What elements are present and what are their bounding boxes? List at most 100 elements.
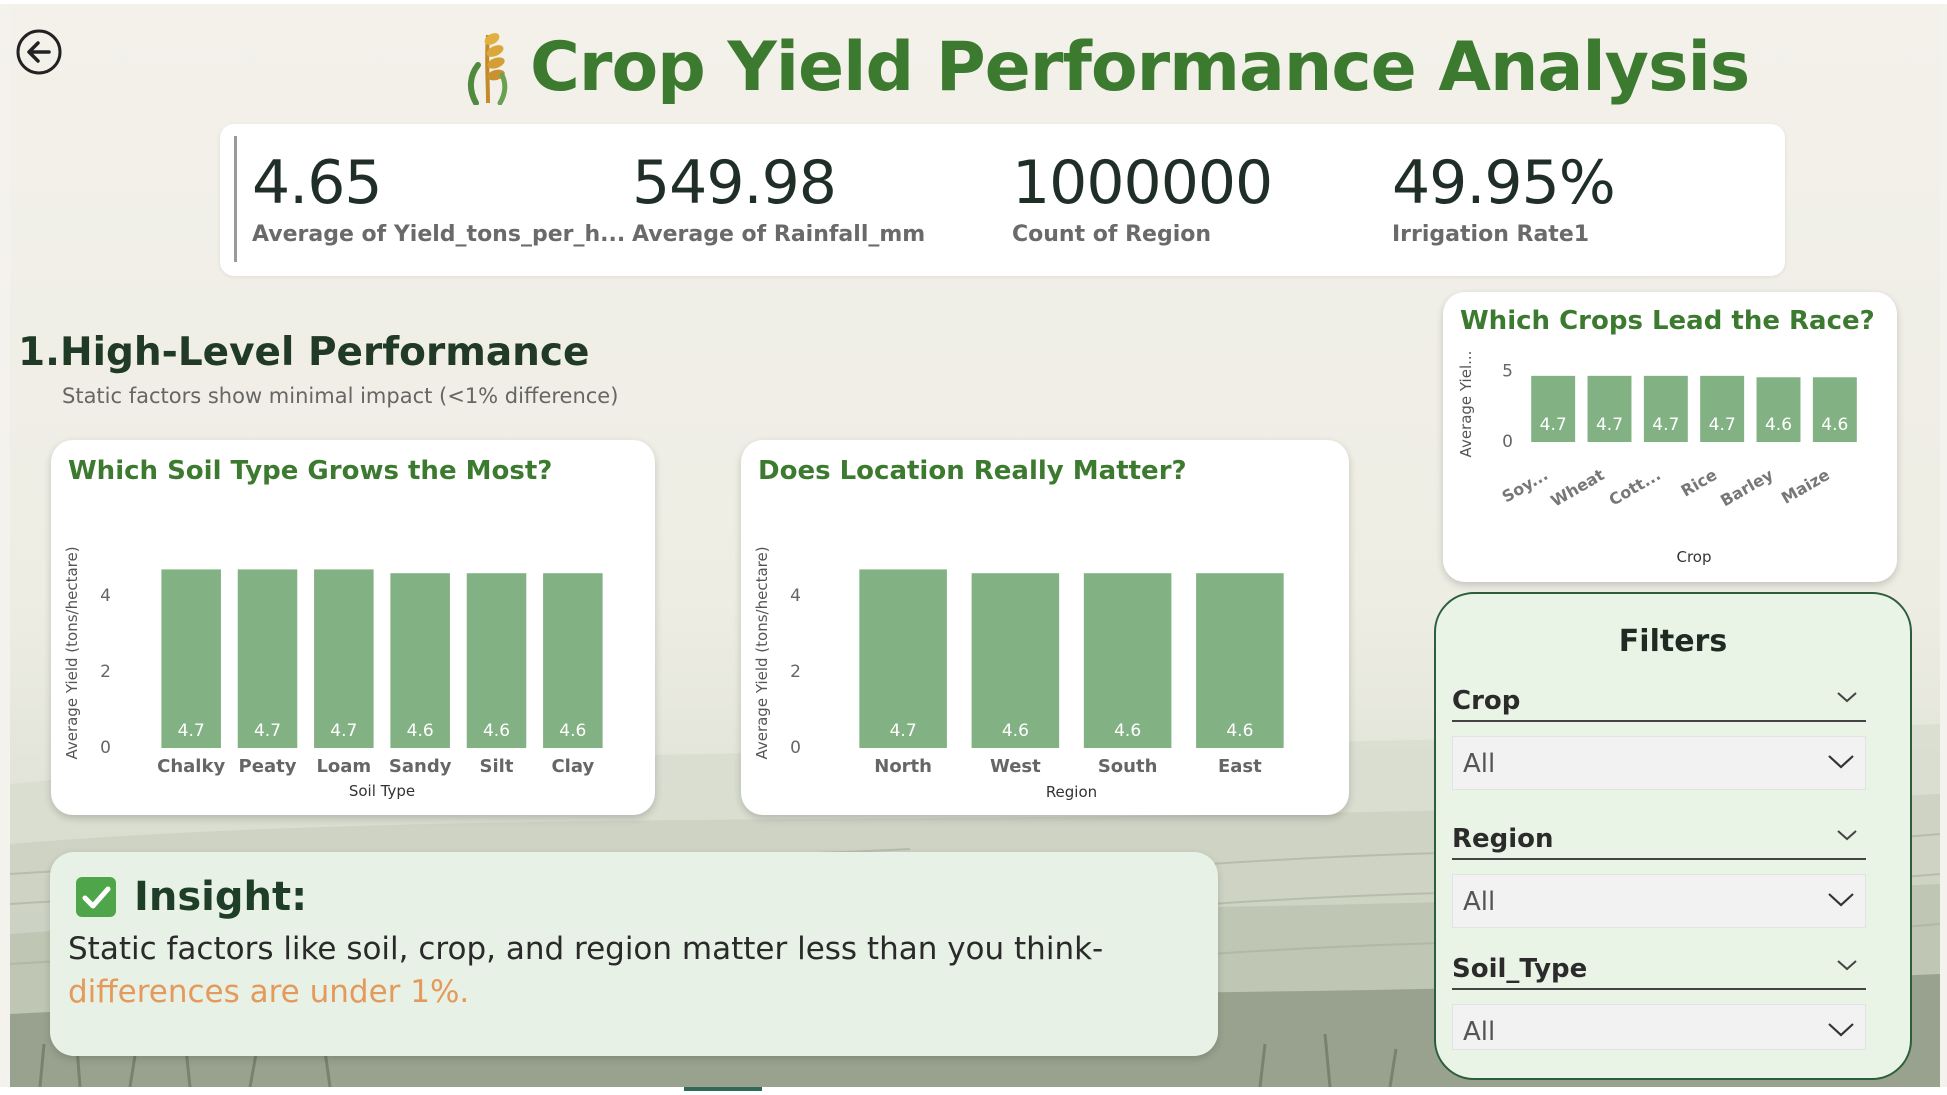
x-tick-label: Peaty bbox=[239, 756, 297, 777]
y-tick-label: 2 bbox=[100, 662, 111, 682]
dropdown-value: All bbox=[1463, 1017, 1496, 1047]
data-label: 4.6 bbox=[1002, 721, 1029, 741]
insight-text: Static factors like soil, crop, and regi… bbox=[68, 928, 1188, 1014]
filter-header[interactable]: Soil_Type bbox=[1452, 948, 1866, 990]
page-header: Crop Yield Performance Analysis bbox=[462, 22, 1750, 112]
filters-title: Filters bbox=[1618, 624, 1728, 659]
filter-label: Region bbox=[1452, 824, 1554, 854]
x-tick-label: Chalky bbox=[157, 756, 225, 777]
chevron-down-icon bbox=[1828, 755, 1854, 769]
x-tick-label: Soy... bbox=[1499, 465, 1552, 506]
chevron-down-icon bbox=[1837, 830, 1857, 841]
x-tick-label: Rice bbox=[1678, 465, 1721, 501]
x-axis-label: Soil Type bbox=[349, 782, 415, 800]
x-tick-label: Loam bbox=[316, 756, 371, 777]
data-label: 4.7 bbox=[1540, 415, 1567, 435]
crops-chart-card[interactable]: Which Crops Lead the Race? Average Yiel.… bbox=[1443, 292, 1897, 582]
chevron-down-icon bbox=[1837, 692, 1857, 703]
region-bar-chart: Average Yield (tons/hectare) 0 2 4 4.7 North 4… bbox=[753, 546, 1284, 801]
x-tick-label: South bbox=[1098, 756, 1158, 777]
data-label: 4.7 bbox=[330, 721, 357, 741]
chevron-down-icon bbox=[1828, 1023, 1854, 1037]
kpi-value: 549.98 bbox=[632, 148, 837, 218]
insight-highlight: differences are under 1%. bbox=[68, 974, 470, 1010]
active-page-indicator[interactable] bbox=[684, 1087, 762, 1091]
kpi-label: Average of Yield_tons_per_h... bbox=[252, 222, 626, 247]
filter-label: Crop bbox=[1452, 686, 1521, 716]
region-filter: Region All bbox=[1452, 818, 1866, 928]
y-tick-label: 4 bbox=[790, 586, 801, 606]
x-tick-label: Clay bbox=[551, 756, 594, 777]
data-label: 4.7 bbox=[254, 721, 281, 741]
filter-header[interactable]: Region bbox=[1452, 818, 1866, 860]
kpi-value: 1000000 bbox=[1012, 148, 1273, 218]
soil-bar-chart: Average Yield (tons/hectare) 0 2 4 4.7 Chalky… bbox=[63, 546, 603, 800]
filter-label: Soil_Type bbox=[1452, 954, 1588, 984]
data-label: 4.7 bbox=[890, 721, 917, 741]
crop-dropdown[interactable]: All bbox=[1452, 736, 1866, 790]
x-axis-label: Crop bbox=[1676, 548, 1711, 566]
x-tick-label: Cott... bbox=[1606, 465, 1664, 510]
back-arrow-icon bbox=[16, 29, 62, 75]
data-label: 4.6 bbox=[1226, 721, 1253, 741]
x-tick-label: Wheat bbox=[1547, 465, 1607, 511]
chevron-down-icon bbox=[1837, 960, 1857, 971]
y-tick-label: 5 bbox=[1502, 362, 1513, 382]
data-label: 4.6 bbox=[1114, 721, 1141, 741]
data-label: 4.7 bbox=[1652, 415, 1679, 435]
y-tick-label: 0 bbox=[1502, 432, 1513, 452]
region-chart-card[interactable]: Does Location Really Matter? Average Yie… bbox=[741, 440, 1349, 815]
kpi-label: Count of Region bbox=[1012, 222, 1212, 247]
x-tick-label: North bbox=[874, 756, 932, 777]
x-axis-label: Region bbox=[1046, 783, 1097, 801]
kpi-value: 4.65 bbox=[252, 148, 383, 218]
y-axis-label: Average Yield (tons/hectare) bbox=[753, 546, 771, 759]
wheat-icon bbox=[468, 33, 508, 105]
filters-panel: Filters Crop All Region All Soil_Type Al… bbox=[1434, 592, 1912, 1080]
x-tick-label: West bbox=[990, 756, 1041, 777]
kpi-label: Average of Rainfall_mm bbox=[632, 222, 926, 247]
y-axis-label: Average Yiel... bbox=[1457, 351, 1475, 458]
y-tick-label: 4 bbox=[100, 586, 111, 606]
y-tick-label: 0 bbox=[790, 738, 801, 758]
data-label: 4.7 bbox=[1709, 415, 1736, 435]
filter-header[interactable]: Crop bbox=[1452, 680, 1866, 722]
insight-panel: Insight: Static factors like soil, crop,… bbox=[50, 852, 1218, 1056]
chevron-down-icon bbox=[1828, 893, 1854, 907]
dropdown-value: All bbox=[1463, 887, 1496, 917]
dropdown-value: All bbox=[1463, 749, 1496, 779]
insight-heading: Insight: bbox=[134, 874, 308, 920]
y-tick-label: 2 bbox=[790, 662, 801, 682]
data-label: 4.7 bbox=[1596, 415, 1623, 435]
y-axis-label: Average Yield (tons/hectare) bbox=[63, 546, 81, 759]
soil-type-dropdown[interactable]: All bbox=[1452, 1004, 1866, 1050]
data-label: 4.6 bbox=[483, 721, 510, 741]
section-title: 1.High-Level Performance bbox=[18, 330, 590, 375]
x-tick-label: Barley bbox=[1717, 465, 1777, 511]
data-label: 4.6 bbox=[407, 721, 434, 741]
kpi-avg-rainfall: 549.98 Average of Rainfall_mm bbox=[632, 148, 925, 247]
kpi-irrigation-rate: 49.95% Irrigation Rate1 bbox=[1392, 148, 1616, 247]
y-tick-label: 0 bbox=[100, 738, 111, 758]
soil-type-filter: Soil_Type All bbox=[1452, 948, 1866, 1050]
data-label: 4.6 bbox=[559, 721, 586, 741]
kpi-accent-bar bbox=[234, 136, 237, 262]
insight-body: Static factors like soil, crop, and regi… bbox=[68, 931, 1104, 967]
kpi-label: Irrigation Rate1 bbox=[1392, 222, 1590, 247]
back-button[interactable] bbox=[15, 28, 63, 76]
data-label: 4.7 bbox=[178, 721, 205, 741]
x-tick-label: East bbox=[1218, 756, 1262, 777]
x-tick-label: Maize bbox=[1778, 465, 1833, 508]
kpi-value: 49.95% bbox=[1392, 148, 1616, 218]
x-tick-label: Sandy bbox=[389, 756, 452, 777]
x-tick-label: Silt bbox=[480, 756, 514, 777]
soil-chart-card[interactable]: Which Soil Type Grows the Most? Average … bbox=[51, 440, 655, 815]
section-subtitle: Static factors show minimal impact (<1% … bbox=[62, 384, 619, 408]
crop-filter: Crop All bbox=[1452, 680, 1866, 790]
data-label: 4.6 bbox=[1821, 415, 1848, 435]
crops-bar-chart: Average Yiel... 0 5 4.7 Soy... 4.7 Wheat 4.7 Cot… bbox=[1457, 351, 1857, 566]
region-dropdown[interactable]: All bbox=[1452, 874, 1866, 928]
page-title: Crop Yield Performance Analysis bbox=[530, 27, 1750, 107]
kpi-avg-yield: 4.65 Average of Yield_tons_per_h... bbox=[252, 148, 625, 247]
data-label: 4.6 bbox=[1765, 415, 1792, 435]
